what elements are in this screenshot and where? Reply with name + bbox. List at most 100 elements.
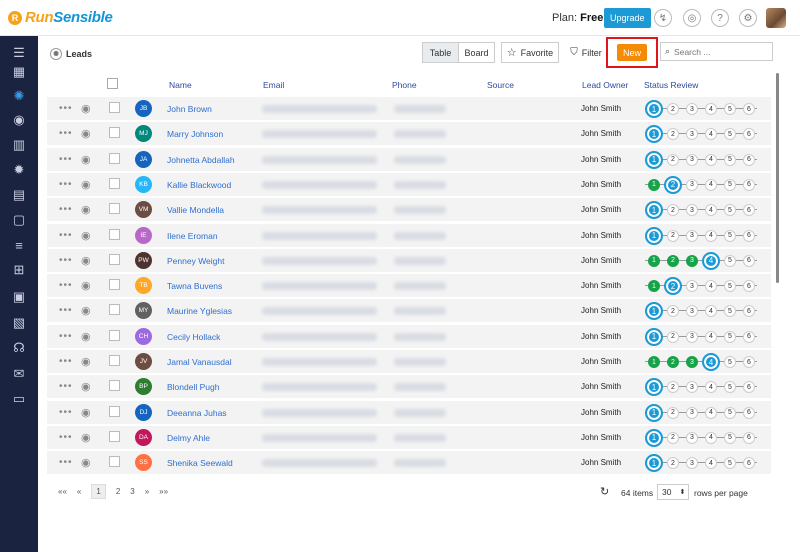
stage-1[interactable]: 1 [645,454,663,473]
stage-3[interactable]: 3 [686,254,698,267]
stage-6[interactable]: 6 [743,128,755,141]
stage-3[interactable]: 3 [686,178,698,191]
row-checkbox[interactable] [109,102,120,113]
prev-page-button[interactable]: « [77,487,81,496]
stage-1[interactable]: 1 [648,280,660,293]
table-row[interactable]: ••• ◉ MY Maurine Yglesias John Smith 1 2 3 4 5 6 [47,299,771,324]
table-row[interactable]: ••• ◉ BP Blondell Pugh John Smith 1 2 3 4 5 6 [47,375,771,400]
stage-4[interactable]: 4 [705,406,717,419]
contacts-icon[interactable]: ◉ [9,111,29,129]
stage-2[interactable]: 2 [667,406,679,419]
new-lead-button[interactable]: New [617,44,647,61]
stage-3[interactable]: 3 [686,204,698,217]
stage-3[interactable]: 3 [686,103,698,115]
notes-icon[interactable]: ▢ [9,211,29,229]
view-eye-icon[interactable]: ◉ [81,279,93,292]
stage-3[interactable]: 3 [686,305,698,318]
row-actions-icon[interactable]: ••• [59,432,73,443]
stage-2[interactable]: 2 [664,277,682,296]
row-checkbox[interactable] [109,127,120,139]
stage-1[interactable]: 1 [648,254,660,267]
stage-1[interactable]: 1 [645,125,663,144]
row-checkbox[interactable] [109,355,120,366]
stage-6[interactable]: 6 [743,153,755,166]
table-row[interactable]: ••• ◉ JA Johnetta Abdallah John Smith 1 2 3 4 5 6 [47,147,771,172]
stage-1[interactable]: 1 [645,201,663,220]
view-eye-icon[interactable]: ◉ [81,330,93,343]
stage-6[interactable]: 6 [743,431,755,444]
stage-2[interactable]: 2 [667,457,679,470]
stage-5[interactable]: 5 [724,381,736,394]
table-scrollbar[interactable] [776,73,779,283]
upgrade-button[interactable]: Upgrade [604,8,651,28]
rows-per-page-select[interactable]: 30 ⬍ [657,484,689,500]
stage-5[interactable]: 5 [724,406,736,419]
stage-2[interactable]: 2 [667,431,679,444]
leads-icon[interactable]: ✺ [9,87,29,105]
stage-2[interactable]: 2 [667,254,679,267]
column-header-status-review[interactable]: Status Review [644,80,698,90]
notifications-icon[interactable]: ◎ [683,9,701,27]
row-actions-icon[interactable]: ••• [59,204,73,215]
stage-4[interactable]: 4 [705,178,717,191]
stage-6[interactable]: 6 [743,330,755,343]
table-row[interactable]: ••• ◉ TB Tawna Buvens John Smith 1 2 3 4 5 6 [47,274,771,299]
documents-icon[interactable]: ▤ [9,186,29,204]
stage-6[interactable]: 6 [743,254,755,267]
search-box[interactable]: ⌕ [660,42,773,61]
stage-1[interactable]: 1 [645,226,663,245]
row-actions-icon[interactable]: ••• [59,128,73,139]
stage-5[interactable]: 5 [724,457,736,470]
view-eye-icon[interactable]: ◉ [81,229,93,242]
stage-2[interactable]: 2 [667,305,679,318]
page-1-button[interactable]: 1 [91,484,106,499]
stage-3[interactable]: 3 [686,431,698,444]
column-header-email[interactable]: Email [263,80,284,90]
stage-4[interactable]: 4 [705,457,717,470]
stage-5[interactable]: 5 [724,128,736,141]
stage-1[interactable]: 1 [645,150,663,169]
lead-name-link[interactable]: Jamal Vanausdal [167,357,232,367]
stage-6[interactable]: 6 [743,457,755,470]
stage-1[interactable]: 1 [648,178,660,191]
view-eye-icon[interactable]: ◉ [81,178,93,191]
lead-name-link[interactable]: Blondell Pugh [167,382,219,392]
stage-6[interactable]: 6 [743,406,755,419]
view-eye-icon[interactable]: ◉ [81,254,93,267]
stage-3[interactable]: 3 [686,330,698,343]
stage-1[interactable]: 1 [645,378,663,397]
lead-name-link[interactable]: Delmy Ahle [167,433,210,443]
column-header-phone[interactable]: Phone [392,80,417,90]
stage-4[interactable]: 4 [702,353,720,371]
lead-name-link[interactable]: Marry Johnson [167,129,223,139]
stage-2[interactable]: 2 [667,153,679,166]
table-row[interactable]: ••• ◉ IE Ilene Eroman John Smith 1 2 3 4 5 6 [47,223,771,248]
view-table-button[interactable]: Table [422,42,459,63]
stage-3[interactable]: 3 [686,406,698,419]
table-row[interactable]: ••• ◉ DA Delmy Ahle John Smith 1 2 3 4 5 6 [47,425,771,450]
table-row[interactable]: ••• ◉ VM Vallie Mondella John Smith 1 2 3 4 5 6 [47,198,771,223]
row-actions-icon[interactable]: ••• [59,179,73,190]
stage-1[interactable]: 1 [645,403,663,422]
search-input[interactable] [674,46,765,57]
stage-6[interactable]: 6 [743,103,755,115]
table-row[interactable]: ••• ◉ PW Penney Weight John Smith 1 2 3 4 5 6 [47,248,771,273]
row-checkbox[interactable] [109,228,120,240]
row-checkbox[interactable] [109,203,120,215]
row-checkbox[interactable] [109,329,120,341]
stage-2[interactable]: 2 [664,175,682,194]
row-actions-icon[interactable]: ••• [59,280,73,291]
select-all-checkbox[interactable] [107,78,118,89]
org-chart-icon[interactable]: ⊞ [9,261,29,279]
stage-5[interactable]: 5 [724,280,736,293]
stage-2[interactable]: 2 [667,229,679,242]
view-eye-icon[interactable]: ◉ [81,304,93,317]
table-row[interactable]: ••• ◉ SS Shenika Seewald John Smith 1 2 3 4 5 6 [47,451,771,476]
view-eye-icon[interactable]: ◉ [81,456,93,469]
stage-3[interactable]: 3 [686,153,698,166]
stage-4[interactable]: 4 [705,305,717,318]
view-eye-icon[interactable]: ◉ [81,203,93,216]
stage-5[interactable]: 5 [724,254,736,267]
stage-4[interactable]: 4 [702,251,720,270]
stage-3[interactable]: 3 [686,128,698,141]
